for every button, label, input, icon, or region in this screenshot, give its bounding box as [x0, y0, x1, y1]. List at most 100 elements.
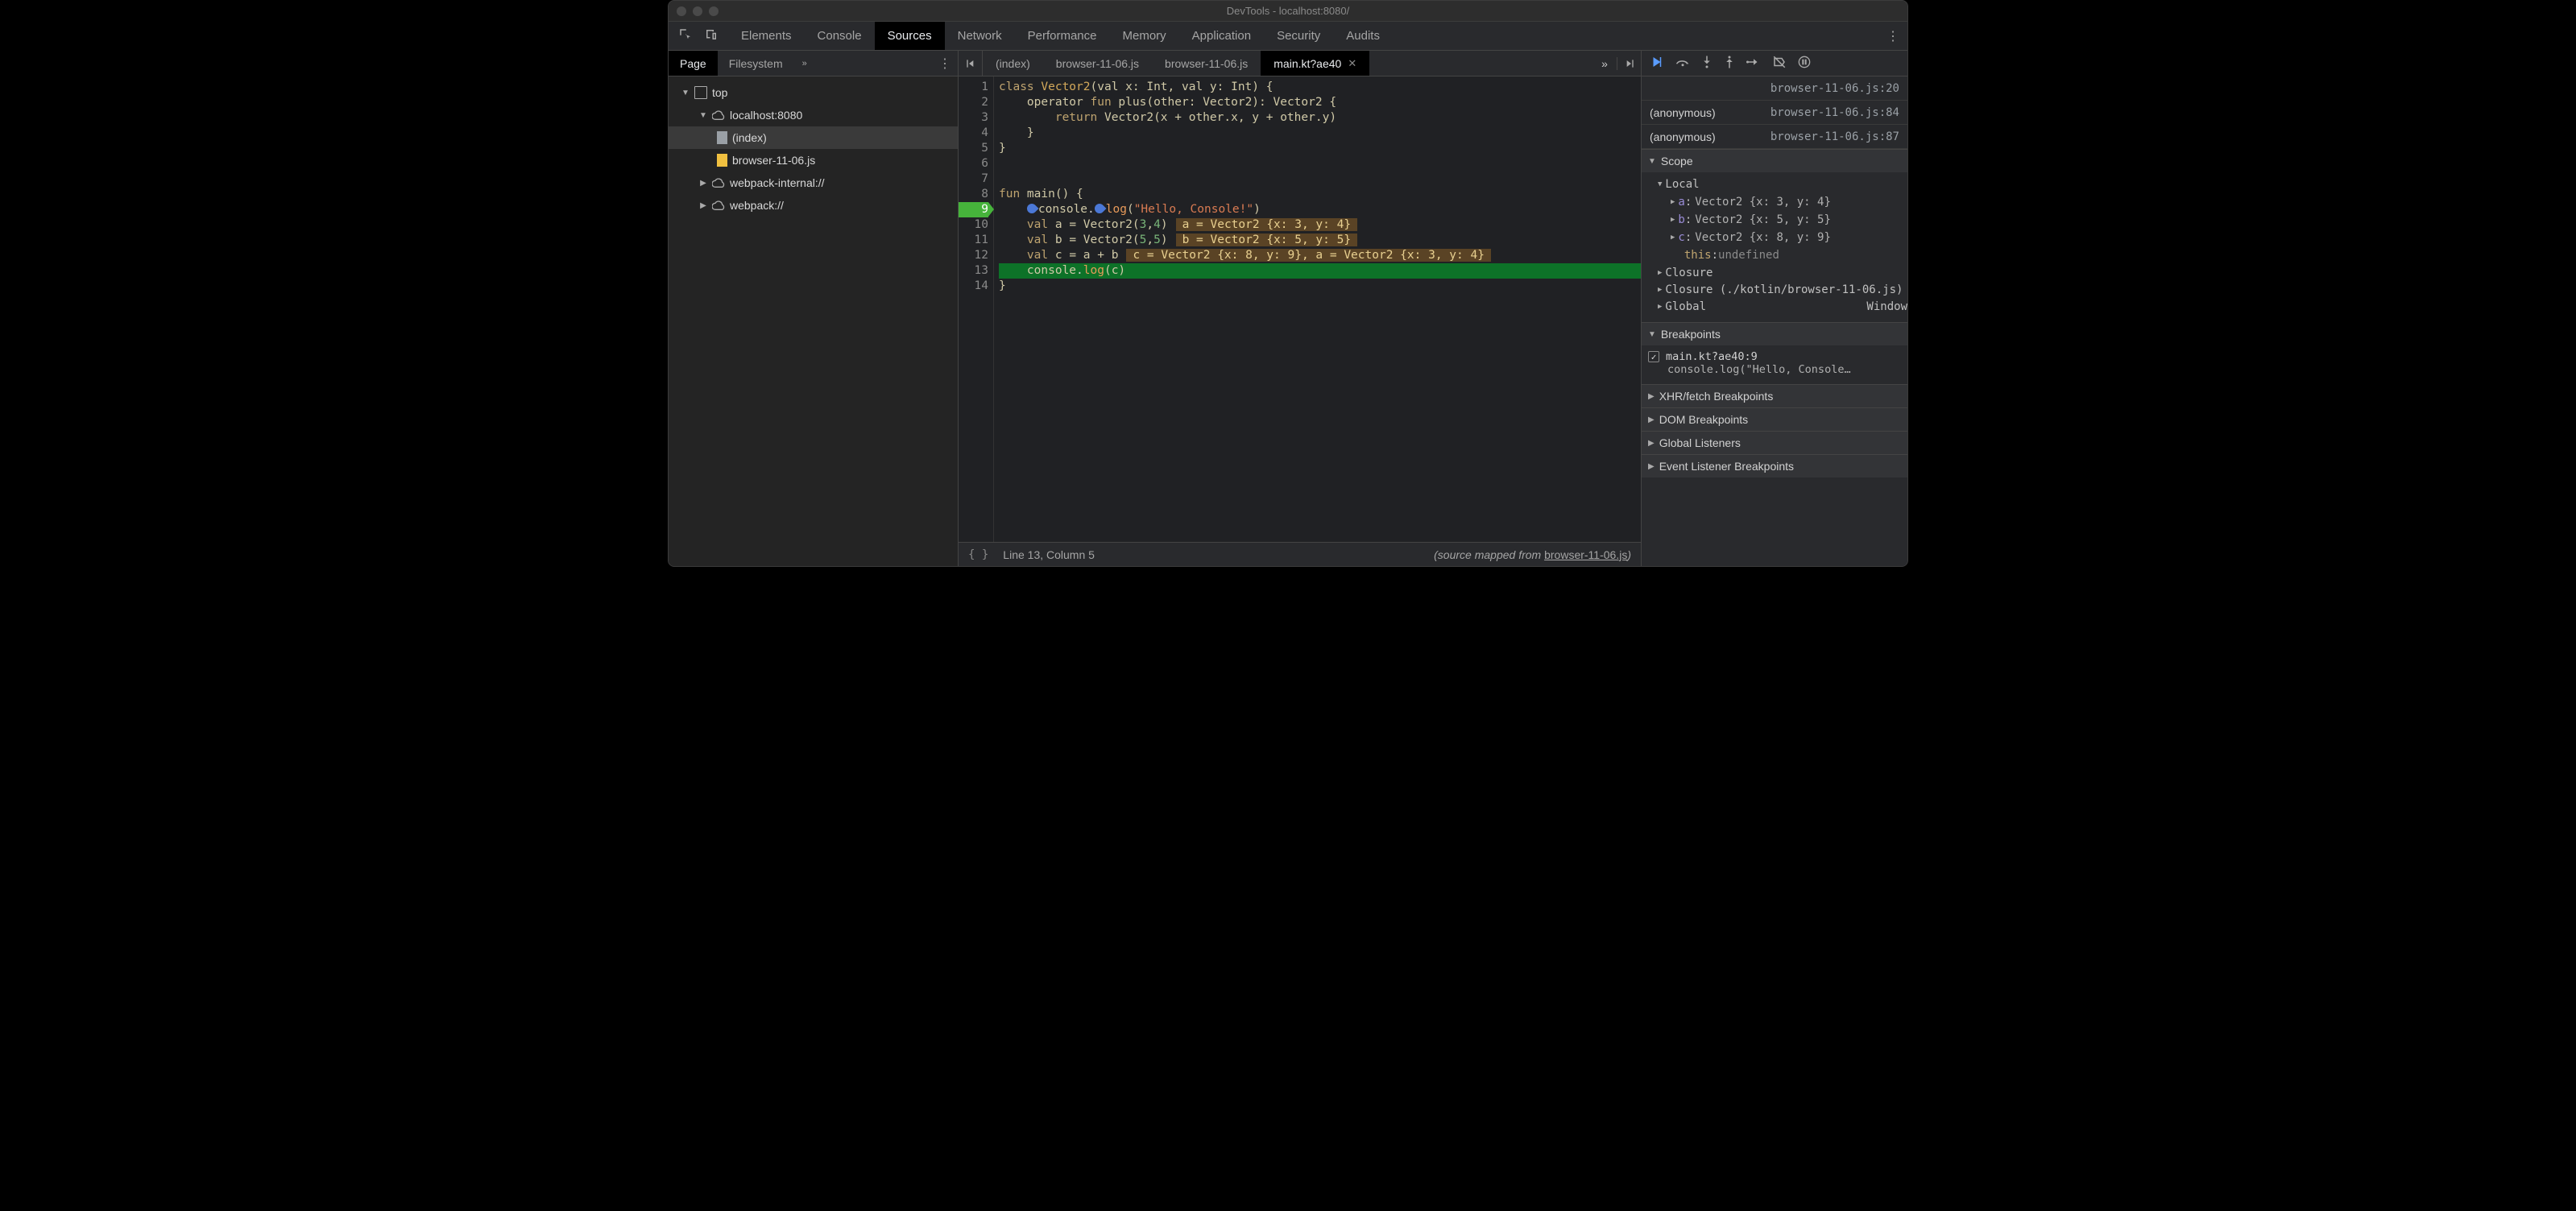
stack-fn: (anonymous) [1650, 130, 1716, 143]
debugger-controls [1642, 51, 1907, 76]
code-editor[interactable]: 12345678 9 1011121314 class Vector2(val … [959, 76, 1641, 542]
file-tabs-nav-icon[interactable] [959, 51, 983, 76]
tab-memory[interactable]: Memory [1110, 22, 1179, 50]
dom-header[interactable]: ▶DOM Breakpoints [1642, 408, 1907, 431]
devtools-window: DevTools - localhost:8080/ Elements Cons… [668, 0, 1908, 567]
scope-local[interactable]: Local [1642, 176, 1907, 193]
breakpoints-header[interactable]: ▼Breakpoints [1642, 323, 1907, 345]
close-dot[interactable] [677, 6, 686, 16]
stack-loc: browser-11-06.js:87 [1770, 130, 1899, 143]
file-tab-label: main.kt?ae40 [1274, 57, 1341, 70]
tab-network[interactable]: Network [945, 22, 1015, 50]
breakpoint-marker[interactable]: 9 [959, 202, 988, 217]
stack-loc: browser-11-06.js:20 [1770, 82, 1899, 95]
debugger-pane: browser-11-06.js:20 (anonymous) browser-… [1642, 51, 1907, 566]
tree-webpack-internal[interactable]: ▶ webpack-internal:// [669, 172, 958, 194]
file-tabs-nav2-icon[interactable] [1617, 57, 1641, 70]
stack-frame[interactable]: (anonymous) browser-11-06.js:87 [1642, 125, 1907, 149]
tree-host-label: localhost:8080 [730, 109, 802, 122]
breakpoint-preview: console.log("Hello, Console… [1648, 363, 1901, 376]
scope-closure-file[interactable]: Closure (./kotlin/browser-11-06.js) [1642, 282, 1907, 298]
gutter[interactable]: 12345678 9 1011121314 [959, 76, 994, 542]
breakpoint-label: main.kt?ae40:9 [1666, 350, 1758, 363]
breakpoint-checkbox[interactable]: ✓ [1648, 351, 1659, 362]
file-tab-index[interactable]: (index) [983, 51, 1043, 76]
navtab-menu-icon[interactable]: ⋮ [932, 51, 958, 76]
file-tab-mainkt[interactable]: main.kt?ae40 ✕ [1261, 51, 1369, 76]
stack-frame[interactable]: browser-11-06.js:20 [1642, 76, 1907, 101]
breakpoint-item[interactable]: ✓ main.kt?ae40:9 [1648, 350, 1901, 363]
tree-file-label: (index) [732, 131, 767, 144]
resume-icon[interactable] [1650, 55, 1664, 72]
stack-frame[interactable]: (anonymous) browser-11-06.js:84 [1642, 101, 1907, 125]
tree-label: webpack:// [730, 199, 784, 212]
tab-elements[interactable]: Elements [728, 22, 805, 50]
navtab-page[interactable]: Page [669, 51, 718, 76]
main-toolbar: Elements Console Sources Network Perform… [669, 22, 1907, 51]
cursor-position: Line 13, Column 5 [1003, 548, 1095, 561]
breakpoints-section: ▼Breakpoints ✓ main.kt?ae40:9 console.lo… [1642, 322, 1907, 384]
toolbar-more-icon[interactable]: ⋮ [1878, 22, 1907, 50]
file-tab-browser2[interactable]: browser-11-06.js [1152, 51, 1261, 76]
step-over-icon[interactable] [1675, 56, 1690, 70]
global-listeners-header[interactable]: ▶Global Listeners [1642, 432, 1907, 454]
step-icon[interactable] [1746, 56, 1761, 70]
scope-var[interactable]: a: Vector2 {x: 3, y: 4} [1642, 193, 1907, 211]
file-tabs-overflow-icon[interactable]: » [1592, 57, 1617, 70]
scope-closure[interactable]: Closure [1642, 264, 1907, 282]
sidebar: Page Filesystem » ⋮ ▼ top ▼ localhost:80… [669, 51, 959, 566]
inline-value: a = Vector2 {x: 3, y: 4} [1176, 218, 1358, 231]
stack-loc: browser-11-06.js:84 [1770, 106, 1899, 119]
status-bar: { } Line 13, Column 5 (source mapped fro… [959, 542, 1641, 566]
dom-breakpoints-section: ▶DOM Breakpoints [1642, 407, 1907, 431]
tab-application[interactable]: Application [1179, 22, 1264, 50]
tab-audits[interactable]: Audits [1333, 22, 1393, 50]
tree-file-browserjs[interactable]: browser-11-06.js [669, 149, 958, 172]
scope-header[interactable]: ▼Scope [1642, 150, 1907, 172]
navtab-more-icon[interactable]: » [794, 51, 815, 76]
deactivate-breakpoints-icon[interactable] [1772, 55, 1787, 72]
event-listener-header[interactable]: ▶Event Listener Breakpoints [1642, 455, 1907, 477]
scope-var[interactable]: c: Vector2 {x: 8, y: 9} [1642, 229, 1907, 246]
zoom-dot[interactable] [709, 6, 719, 16]
tab-performance[interactable]: Performance [1015, 22, 1110, 50]
xhr-header[interactable]: ▶XHR/fetch Breakpoints [1642, 385, 1907, 407]
source-map-link[interactable]: browser-11-06.js [1544, 548, 1627, 561]
step-into-icon[interactable] [1701, 55, 1713, 72]
window-controls[interactable] [677, 6, 719, 16]
tab-console[interactable]: Console [805, 22, 875, 50]
file-tab-label: browser-11-06.js [1056, 57, 1139, 70]
inline-value: b = Vector2 {x: 5, y: 5} [1176, 234, 1358, 246]
source-map-info: (source mapped from browser-11-06.js) [1434, 548, 1631, 561]
scope-var[interactable]: b: Vector2 {x: 5, y: 5} [1642, 211, 1907, 229]
cloud-icon [712, 109, 725, 122]
minimize-dot[interactable] [693, 6, 702, 16]
global-listeners-section: ▶Global Listeners [1642, 431, 1907, 454]
tree-webpack[interactable]: ▶ webpack:// [669, 194, 958, 217]
stack-fn: (anonymous) [1650, 106, 1716, 119]
device-toggle-icon[interactable] [704, 27, 719, 44]
pause-exceptions-icon[interactable] [1798, 56, 1811, 71]
tab-security[interactable]: Security [1264, 22, 1333, 50]
scope-this[interactable]: this: undefined [1642, 246, 1907, 264]
code-lines[interactable]: class Vector2(val x: Int, val y: Int) { … [994, 76, 1641, 542]
tree-top-label: top [712, 86, 727, 99]
panel-tabs: Elements Console Sources Network Perform… [728, 22, 1878, 50]
format-icon[interactable]: { } [968, 548, 988, 561]
inline-value: c = Vector2 {x: 8, y: 9}, a = Vector2 {x… [1126, 249, 1491, 262]
inspect-icon[interactable] [678, 27, 693, 44]
sidebar-navtabs: Page Filesystem » ⋮ [669, 51, 958, 76]
scope-global[interactable]: GlobalWindow [1642, 298, 1907, 316]
step-out-icon[interactable] [1724, 55, 1735, 72]
tab-sources[interactable]: Sources [875, 22, 945, 50]
scope-section: ▼Scope Local a: Vector2 {x: 3, y: 4} b: … [1642, 149, 1907, 322]
tree-host[interactable]: ▼ localhost:8080 [669, 104, 958, 126]
file-tab-label: browser-11-06.js [1165, 57, 1248, 70]
tree-top[interactable]: ▼ top [669, 81, 958, 104]
navtab-filesystem[interactable]: Filesystem [718, 51, 794, 76]
window-title: DevTools - localhost:8080/ [1227, 5, 1349, 17]
tree-file-index[interactable]: (index) [669, 126, 958, 149]
close-tab-icon[interactable]: ✕ [1348, 57, 1356, 70]
cloud-icon [712, 176, 725, 189]
file-tab-browser1[interactable]: browser-11-06.js [1043, 51, 1152, 76]
